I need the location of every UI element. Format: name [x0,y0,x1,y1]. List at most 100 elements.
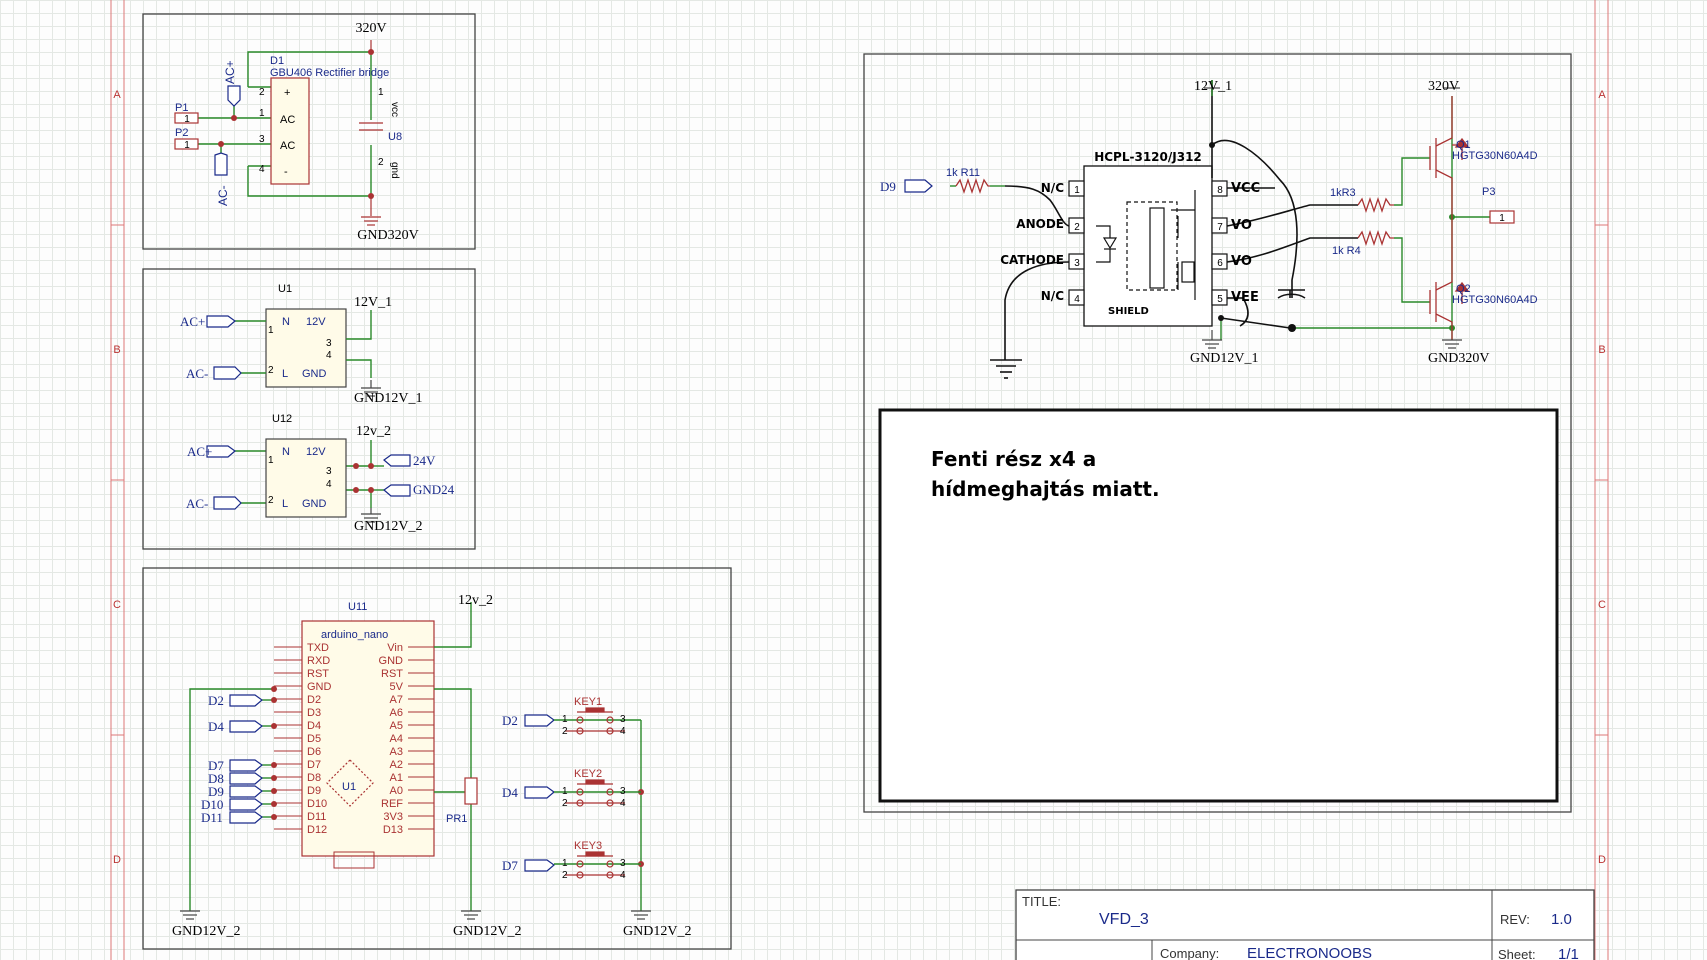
mcu-left-pin-txd: TXD [307,642,329,654]
note-line-1: Fenti rész x4 a [931,447,1097,471]
cap-pin-gnd: gnd [389,162,400,179]
psu1-input-ac-minus: AC- [186,366,208,381]
psu2-designator: U12 [272,413,292,425]
mcu-right-pin-a0: A0 [390,785,403,797]
svg-text:2: 2 [1074,222,1080,233]
psu1-gnd-net: GND12V_1 [354,391,422,406]
mcu-right-pin-rst: RST [381,668,403,680]
sheet-value: 1/1 [1558,946,1579,960]
mcu-gnd-2: GND12V_2 [453,924,521,939]
svg-text:3: 3 [620,714,626,725]
mcu-gnd-3: GND12V_2 [623,924,691,939]
mcu-left-pin-d12: D12 [307,824,327,836]
mcu-right-pin-a2: A2 [390,759,403,771]
rectifier-block: 320V GND320V D1 GBU406 Rectifier bridge … [142,13,476,250]
rect-pinnum-2: 2 [259,87,265,98]
border-letter-c-left: C [113,599,121,611]
title-value: VFD_3 [1099,911,1149,928]
mcu-left-pin-rst: RST [307,668,329,680]
mcu-right-pin-d13: D13 [383,824,403,836]
mcu-right-pin-a4: A4 [390,733,403,745]
port-ac-plus: AC+ [223,60,237,84]
mcu-right-pin-gnd: GND [379,655,404,667]
psu1-pin-gnd: GND [302,368,327,380]
svg-text:5: 5 [1217,294,1223,305]
driver-ic-name: HCPL-3120/J312 [1094,150,1202,164]
schematic-drawing: A B C D A B C D 320V GND320V D1 GBU406 R… [110,0,1609,960]
svg-text:1: 1 [562,714,568,725]
mcu-left-pin-d8: D8 [307,772,321,784]
driver-net-320v: 320V [1428,79,1459,94]
driver-pin4-name: N/C [1041,289,1064,303]
mcu-block: U11 arduino_nano U1 12v_2 PR1 GND12V_2 G… [142,567,732,950]
title-block: TITLE: VFD_3 REV: 1.0 Company: ELECTRONO… [1015,889,1595,960]
psu1-out-net: 12V_1 [354,295,392,310]
svg-text:7: 7 [1217,222,1223,233]
svg-text:2: 2 [562,798,568,809]
driver-pin7-name: VO [1231,218,1252,233]
psu2-pin-l: L [282,498,288,510]
mcu-left-pin-d9: D9 [307,785,321,797]
r11-label: 1k R11 [946,167,980,179]
note-line-2: hídmeghajtás miatt. [931,477,1160,501]
driver-pin1-name: N/C [1041,181,1064,195]
p3-pin: 1 [1499,213,1505,224]
rect-pin-ac2: AC [280,140,295,152]
mcu-net-top: 12v_2 [458,593,493,608]
border-letter-c-right: C [1598,599,1606,611]
rev-value: 1.0 [1551,911,1572,928]
pot-designator: PR1 [446,813,467,825]
psu2-gnd-net: GND12V_2 [354,519,422,534]
mcu-right-pin-a5: A5 [390,720,403,732]
mcu-right-pin-a6: A6 [390,707,403,719]
svg-text:2: 2 [562,870,568,881]
mcu-gnd-1: GND12V_2 [172,924,240,939]
r4-label: 1k R4 [1332,245,1361,257]
connector-p1: P1 [175,102,188,114]
mcu-right-pin-5v: 5V [390,681,404,693]
cap-pin-1: 1 [378,87,384,98]
psu1-designator: U1 [278,283,292,295]
net-gnd320v-label: GND320V [357,228,418,243]
driver-input-port: D9 [880,179,896,194]
rect-pin-ac1: AC [280,114,295,126]
p1-pin: 1 [184,114,190,125]
psu2-pinnum-2: 2 [268,495,274,506]
driver-shield: SHIELD [1108,306,1149,317]
border-letter-b-left: B [113,344,120,356]
title-label: TITLE: [1022,894,1061,909]
rect-pinnum-3: 3 [259,134,265,145]
psu1-pinnum-1: 1 [268,325,274,336]
connector-p2: P2 [175,127,188,139]
svg-text:1: 1 [1074,185,1080,196]
cap-designator: U8 [388,131,402,143]
rect-pin-minus: - [284,166,288,178]
psu2-input-ac-minus: AC- [186,496,208,511]
driver-net-gnd320v: GND320V [1428,351,1489,366]
key2-label: KEY2 [574,768,602,780]
psu1-pinnum-4: 4 [326,350,332,361]
svg-text:1: 1 [562,858,568,869]
psu1-pin-12v: 12V [306,316,326,328]
rect-pinnum-1: 1 [259,108,265,119]
q2-igbt [1429,217,1470,340]
mcu-right-pin-a1: A1 [390,772,403,784]
mcu-left-pin-d3: D3 [307,707,321,719]
q2-part: HGTG30N60A4D [1452,294,1538,306]
key3-label: KEY3 [574,840,602,852]
mcu-right-pin-3v3: 3V3 [383,811,403,823]
net-320v-label: 320V [355,21,386,36]
mcu-left-pin-d2: D2 [307,694,321,706]
mcu-left-pin-d4: D4 [307,720,321,732]
driver-pin5-name: VEE [1231,290,1259,305]
mcu-part: arduino_nano [321,629,388,641]
r3-label: 1kR3 [1330,187,1356,199]
company-value: ELECTRONOOBS [1247,945,1372,960]
rectifier-designator: D1 [270,55,284,67]
mcu-right-pin-vin: Vin [387,642,403,654]
driver-pin6-name: VO [1231,254,1252,269]
mcu-port-d11: D11 [201,810,223,825]
border-letter-a-left: A [113,89,121,101]
driver-pin3-name: CATHODE [1000,253,1064,267]
psu-block: U1 12V_1 GND12V_1 AC+ AC- N L 12V GND 1 … [142,268,476,550]
